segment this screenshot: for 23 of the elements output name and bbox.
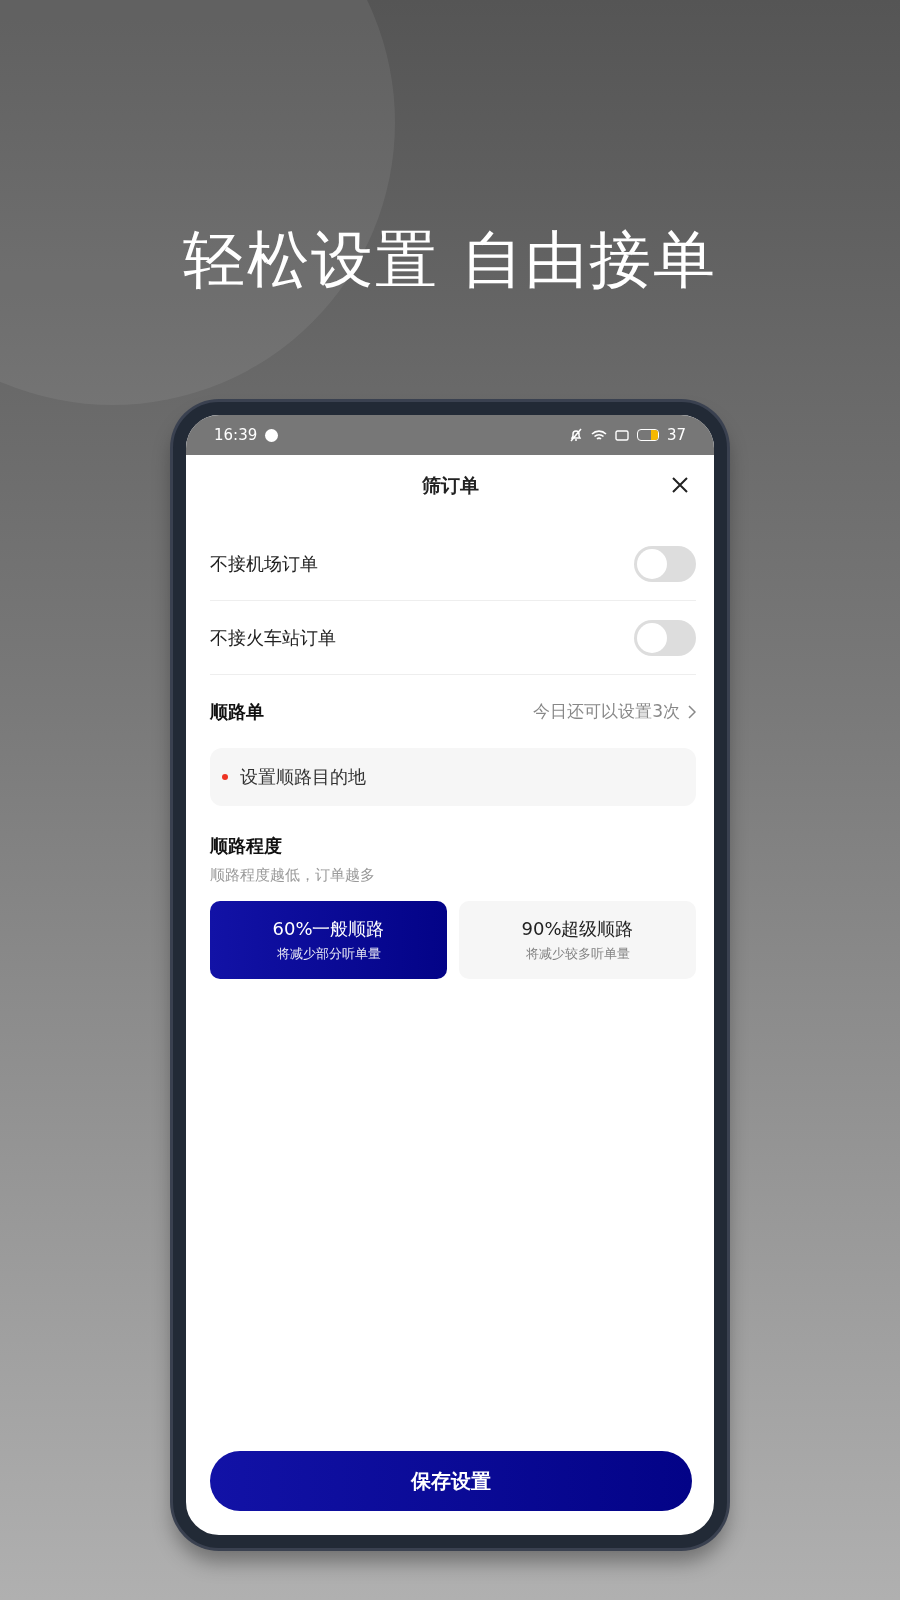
toggle-label: 不接火车站订单 bbox=[210, 625, 336, 650]
chevron-right-icon bbox=[688, 704, 696, 719]
section-title: 顺路程度 bbox=[210, 834, 283, 858]
close-button[interactable] bbox=[670, 475, 690, 495]
battery-icon bbox=[636, 429, 659, 441]
notification-dot-icon bbox=[265, 428, 279, 442]
destination-field[interactable]: 设置顺路目的地 bbox=[210, 748, 696, 806]
route-option[interactable]: 90%超级顺路 将减少较多听单量 bbox=[459, 901, 696, 979]
remaining-settings-link[interactable]: 今日还可以设置3次 bbox=[533, 700, 696, 723]
battery-level: 37 bbox=[666, 426, 686, 444]
section-title: 顺路单 bbox=[210, 699, 264, 724]
route-option[interactable]: 60%一般顺路 将减少部分听单量 bbox=[210, 901, 447, 979]
toggle-label: 不接机场订单 bbox=[210, 551, 318, 576]
bell-muted-icon bbox=[568, 428, 583, 442]
status-time: 16:39 bbox=[214, 426, 258, 444]
section-subtitle: 顺路程度越低，订单越多 bbox=[210, 866, 376, 885]
save-button[interactable]: 保存设置 bbox=[210, 1451, 692, 1511]
toggle-switch[interactable] bbox=[634, 619, 696, 656]
headline: 轻松设置 自由接单 bbox=[183, 222, 717, 298]
toggle-switch[interactable] bbox=[634, 545, 696, 582]
sheet-title: 筛订单 bbox=[421, 473, 479, 498]
screen-icon bbox=[614, 429, 629, 441]
wifi-icon bbox=[590, 428, 607, 442]
